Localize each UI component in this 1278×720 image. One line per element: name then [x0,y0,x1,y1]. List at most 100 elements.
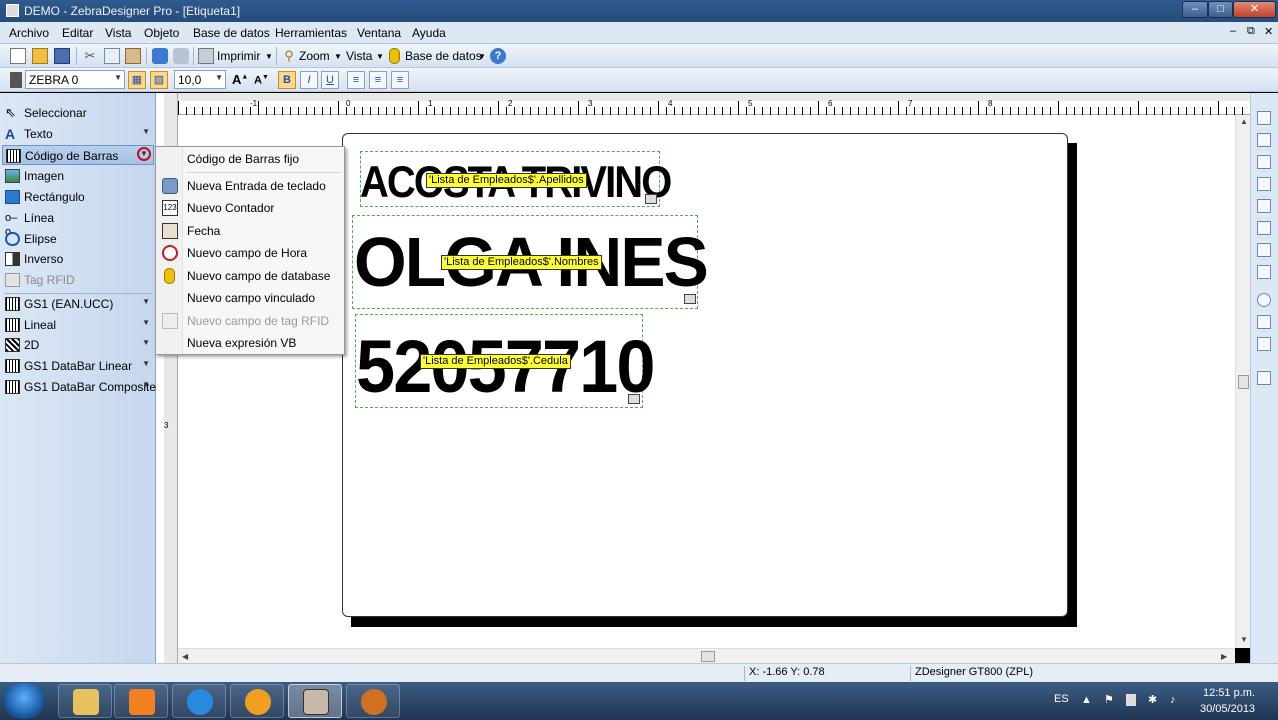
chevron-down-icon[interactable]: ▼ [142,380,150,389]
chevron-down-icon[interactable]: ▼ [215,73,223,82]
grow-font-icon[interactable]: A▲ [232,72,248,87]
shrink-font-icon[interactable]: A▼ [254,74,269,87]
align-center-icon[interactable] [1257,199,1271,213]
vertical-scrollbar[interactable]: ▲ ▼ [1235,115,1250,648]
align-middle-icon[interactable] [1257,133,1271,147]
language-indicator[interactable]: ES [1054,693,1069,705]
underline-button[interactable]: U [321,71,339,89]
chevron-down-icon[interactable]: ▼ [137,147,151,161]
taskbar-internet-explorer[interactable] [172,684,226,718]
taskbar-media-player[interactable] [114,684,168,718]
menu-item-nuevo-contador[interactable]: 123 Nuevo Contador [157,197,343,219]
tool-linea[interactable]: o–o Línea [2,208,154,238]
align-center-icon[interactable]: ≡ [369,71,387,89]
print-button[interactable]: Imprimir [217,49,260,63]
printer-icon[interactable] [198,48,214,64]
menu-ayuda[interactable]: Ayuda [412,26,446,40]
menu-item-nuevo-campo-vinculado[interactable]: Nuevo campo vinculado [157,287,343,309]
send-back-icon[interactable] [1257,337,1271,351]
printer-font-toggle[interactable]: ▦ [128,71,146,89]
horizontal-scroll-thumb[interactable] [701,651,715,662]
taskbar-explorer[interactable] [58,684,112,718]
align-left-edge-icon[interactable] [1257,177,1271,191]
tool-seleccionar[interactable]: ⇖ Seleccionar [2,103,154,123]
horizontal-scrollbar[interactable]: ◀ ▶ [178,648,1235,663]
scroll-up-icon[interactable]: ▲ [1240,117,1248,126]
menu-archivo[interactable]: Archivo [9,26,49,40]
cut-icon[interactable]: ✂ [82,48,98,64]
taskbar-zebradesigner[interactable] [288,684,342,718]
tool-imagen[interactable]: Imagen [2,166,154,186]
network-icon[interactable]: ✱ [1148,694,1160,706]
align-right-edge-icon[interactable] [1257,221,1271,235]
menu-base-de-datos[interactable]: Base de datos [193,26,270,40]
taskbar-app-orange[interactable] [230,684,284,718]
tool-gs1-ean-ucc[interactable]: GS1 (EAN.UCC) ▼ [2,294,154,314]
menu-item-nueva-entrada-teclado[interactable]: Nueva Entrada de teclado [157,175,343,197]
tool-rectangulo[interactable]: Rectángulo [2,187,154,207]
tool-elipse[interactable]: Elipse [2,229,154,249]
menu-objeto[interactable]: Objeto [144,26,179,40]
device-icon[interactable] [1126,694,1136,706]
chevron-down-icon[interactable]: ▼ [142,127,150,136]
truetype-font-toggle[interactable]: ▨ [150,71,168,89]
menu-editar[interactable]: Editar [62,26,93,40]
menu-vista[interactable]: Vista [105,26,131,40]
menu-item-codigo-fijo[interactable]: Código de Barras fijo [157,148,343,170]
start-button[interactable] [4,683,44,719]
redo-icon[interactable] [173,48,189,64]
clock-date[interactable]: 30/05/2013 [1200,703,1255,715]
menu-item-nueva-expresion-vb[interactable]: Nueva expresión VB [157,332,343,354]
distribute-vertical-icon[interactable] [1257,243,1271,257]
bring-front-icon[interactable] [1257,315,1271,329]
group-icon[interactable] [1257,371,1271,385]
database-button[interactable]: Base de datos [405,49,482,63]
volume-icon[interactable]: ♪ [1170,694,1182,706]
scroll-left-icon[interactable]: ◀ [182,652,188,661]
open-folder-icon[interactable] [32,48,48,64]
show-hidden-icons-icon[interactable]: ▲ [1081,694,1093,706]
tool-inverso[interactable]: Inverso [2,249,154,269]
close-button[interactable]: ✕ [1233,1,1276,18]
taskbar-app-reel[interactable] [346,684,400,718]
font-size-combo[interactable]: 10,0 ▼ [174,70,226,89]
minimize-button[interactable]: – [1182,1,1208,18]
menu-item-nuevo-campo-hora[interactable]: Nuevo campo de Hora [157,242,343,264]
font-name-combo[interactable]: ZEBRA 0 ▼ [25,70,125,89]
align-bottom-icon[interactable] [1257,155,1271,169]
copy-icon[interactable] [104,48,120,64]
clock-time[interactable]: 12:51 p.m. [1203,687,1255,699]
database-icon[interactable] [389,48,400,64]
chevron-down-icon[interactable]: ▼ [142,297,150,306]
rotate-icon[interactable] [1257,293,1271,307]
tool-lineal[interactable]: Lineal ▼ [2,315,154,335]
chevron-down-icon[interactable]: ▼ [142,318,150,327]
print-dropdown-arrow-icon[interactable]: ▼ [265,52,273,61]
view-button[interactable]: Vista [346,49,372,63]
align-top-icon[interactable] [1257,111,1271,125]
chevron-down-icon[interactable]: ▼ [114,73,122,82]
zoom-icon[interactable]: ⚲ [281,48,297,64]
view-dropdown-arrow-icon[interactable]: ▼ [376,52,384,61]
align-right-icon[interactable]: ≡ [391,71,409,89]
chevron-down-icon[interactable]: ▼ [142,338,150,347]
scroll-down-icon[interactable]: ▼ [1240,635,1248,644]
zoom-button[interactable]: Zoom [299,49,330,63]
flag-icon[interactable]: ⚑ [1104,694,1116,706]
tool-gs1-databar-linear[interactable]: GS1 DataBar Linear ▼ [2,356,154,376]
database-dropdown-arrow-icon[interactable]: ▼ [478,52,486,61]
align-left-icon[interactable]: ≡ [347,71,365,89]
tool-2d[interactable]: 2D ▼ [2,335,154,355]
tool-gs1-databar-composite[interactable]: GS1 DataBar Composite ▼ [2,377,156,397]
mdi-restore-button[interactable]: ⧉ [1247,25,1255,38]
undo-icon[interactable] [152,48,168,64]
mdi-minimize-button[interactable]: – [1230,25,1236,37]
menu-item-nuevo-campo-database[interactable]: Nuevo campo de database [157,265,343,287]
menu-ventana[interactable]: Ventana [357,26,401,40]
chevron-down-icon[interactable]: ▼ [142,359,150,368]
mdi-close-button[interactable]: ✕ [1264,25,1273,38]
distribute-horizontal-icon[interactable] [1257,265,1271,279]
help-icon[interactable]: ? [490,48,506,64]
maximize-button[interactable]: □ [1208,1,1233,18]
tool-texto[interactable]: A Texto ▼ [2,124,154,144]
